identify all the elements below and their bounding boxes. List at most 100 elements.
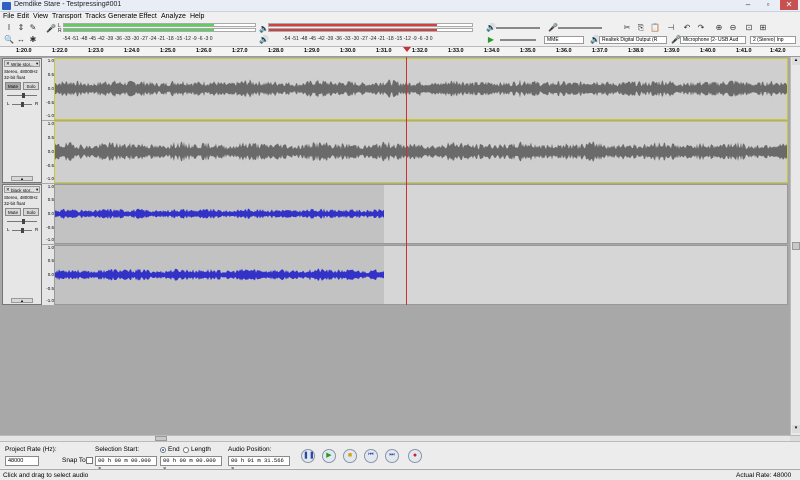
menu-analyze[interactable]: Analyze [161,13,186,20]
menu-generate[interactable]: Generate [108,13,137,20]
fit-selection-icon[interactable]: ⊡ [744,23,754,32]
playhead-marker[interactable] [403,47,411,52]
skip-end-button[interactable]: ⏭ [385,449,399,463]
track-menu-arrow-icon[interactable]: ▾ [36,61,38,67]
scroll-up-arrow-icon[interactable]: ▴ [792,57,800,65]
input-channels-dropdown[interactable]: 2 (Stereo) Inp [750,36,796,44]
record-button[interactable]: ● [408,449,422,463]
multi-tool-icon[interactable]: ✱ [28,35,38,44]
track-1-pan-thumb[interactable] [21,102,24,107]
track-1-collapse-button[interactable]: ▴ [11,176,33,181]
menu-edit[interactable]: Edit [17,13,29,20]
host-dropdown[interactable]: MME [544,36,584,44]
vertical-scale-label: 0.5 [47,197,54,202]
track-2-left-waveform[interactable] [54,184,788,244]
track-1-gain-slider[interactable] [7,93,37,98]
zoom-in-icon[interactable]: ⊕ [714,23,724,32]
track-1-name-menu[interactable]: ✕ Write stor... ▾ [4,60,40,67]
play-at-speed-icon[interactable]: ▶ [486,35,496,44]
selection-tool-icon[interactable]: I [4,23,14,32]
fit-project-icon[interactable]: ⊞ [758,23,768,32]
skip-start-button[interactable]: ⏮ [364,449,378,463]
ruler-tick: 1:25.0 [160,48,176,54]
menu-effect[interactable]: Effect [139,13,157,20]
track-1-mute-button[interactable]: Mute [5,82,21,90]
cut-icon[interactable]: ✂ [622,23,632,32]
track-menu-arrow-icon[interactable]: ▾ [36,187,38,193]
track-1-pan-slider[interactable] [12,102,32,107]
redo-icon[interactable]: ↷ [696,23,706,32]
track-1-bitdepth: 32-bit float [4,75,26,80]
project-rate-dropdown[interactable]: 48000 [5,456,39,466]
input-device-dropdown[interactable]: Microphone (2- USB Aud [680,36,746,44]
zoom-tool-icon[interactable]: 🔍 [4,35,14,44]
scroll-down-arrow-icon[interactable]: ▾ [792,425,800,433]
vertical-scrollbar[interactable]: ▴ ▾ [790,57,800,435]
playback-volume-slider[interactable] [496,27,540,29]
menu-tracks[interactable]: Tracks [85,13,106,20]
undo-icon[interactable]: ↶ [682,23,692,32]
length-radio[interactable] [183,447,189,453]
track-1-solo-button[interactable]: Solo [23,82,39,90]
speaker-icon[interactable]: 🔈 [259,24,269,33]
vertical-scale-label: 1.0 [47,58,54,63]
track-close-icon[interactable]: ✕ [6,187,10,193]
track-2-name-menu[interactable]: ✕ black stor... ▾ [4,186,40,193]
selection-start-field[interactable]: 00 h 00 m 00.000 s [95,456,157,472]
track-2-solo-button[interactable]: Solo [23,208,39,216]
play-button[interactable]: ▶ [322,449,336,463]
minimize-button[interactable]: – [740,0,756,10]
track-2-right-waveform[interactable] [54,245,788,305]
track-1-upper-vertical-ruler: 1.0 0.5 0.0 -0.5 -1.0 [42,58,54,120]
timeshift-tool-icon[interactable]: ↔ [16,35,26,44]
record-meter-icon[interactable]: 🎤 [46,24,56,33]
vertical-scale-label: 0.0 [47,149,54,154]
draw-tool-icon[interactable]: ✎ [28,23,38,32]
menu-help[interactable]: Help [190,13,204,20]
audio-position-field[interactable]: 00 h 01 m 31.566 s [228,456,290,472]
playback-meter-icon[interactable]: 🔊 [259,35,269,44]
track-2-mute-button[interactable]: Mute [5,208,21,216]
record-volume-slider[interactable] [558,27,602,29]
trim-icon[interactable]: ⊣ [666,23,676,32]
track-area[interactable]: ✕ Write stor... ▾ Stereo, 48000Hz 32-bit… [0,57,800,435]
track-1-left-waveform[interactable] [54,58,788,120]
timeline-ruler[interactable]: 1:20.0 1:22.0 1:23.0 1:24.0 1:25.0 1:26.… [0,46,800,57]
menu-transport[interactable]: Transport [52,13,82,20]
record-meter-left [63,23,256,27]
track-2-collapse-button[interactable]: ▴ [11,298,33,303]
maximize-button[interactable]: ▫ [760,0,776,10]
pause-button[interactable]: ❚❚ [301,449,315,463]
track-1-gain-thumb[interactable] [22,93,25,98]
play-speed-slider[interactable] [500,39,536,41]
vertical-scale-label: -1.0 [46,113,54,118]
input-device-icon: 🎤 [671,35,681,44]
track-2-gain-thumb[interactable] [22,219,25,224]
selection-end-field[interactable]: 00 h 00 m 00.000 s [160,456,222,472]
track-1-right-waveform[interactable] [54,121,788,183]
envelope-tool-icon[interactable]: ⇕ [16,23,26,32]
skip-start-icon: ⏮ [368,452,374,458]
menu-file[interactable]: File [3,13,14,20]
vertical-scroll-thumb[interactable] [792,242,800,250]
track-2-pan-thumb[interactable] [21,228,24,233]
track-2-pan-right-label: R [35,227,39,232]
track-2-pan-left-label: L [7,227,10,232]
copy-icon[interactable]: ⎘ [636,23,646,32]
end-radio[interactable] [160,447,166,453]
menu-view[interactable]: View [33,13,48,20]
zoom-out-icon[interactable]: ⊖ [728,23,738,32]
ruler-tick: 1:37.0 [592,48,608,54]
output-device-dropdown[interactable]: Realtek Digital Output (R [599,36,667,44]
track-close-icon[interactable]: ✕ [6,61,10,67]
stop-button[interactable]: ■ [343,449,357,463]
snap-to-checkbox[interactable] [86,457,93,464]
track-2-pan-slider[interactable] [12,228,32,233]
track-2-format: Stereo, 48000Hz [4,195,38,200]
close-button[interactable]: ✕ [780,0,798,10]
paste-icon[interactable]: 📋 [650,23,660,32]
vertical-scale-label: -0.5 [46,163,54,168]
ruler-tick: 1:40.0 [700,48,716,54]
track-2-gain-slider[interactable] [7,219,37,224]
ruler-tick: 1:29.0 [304,48,320,54]
